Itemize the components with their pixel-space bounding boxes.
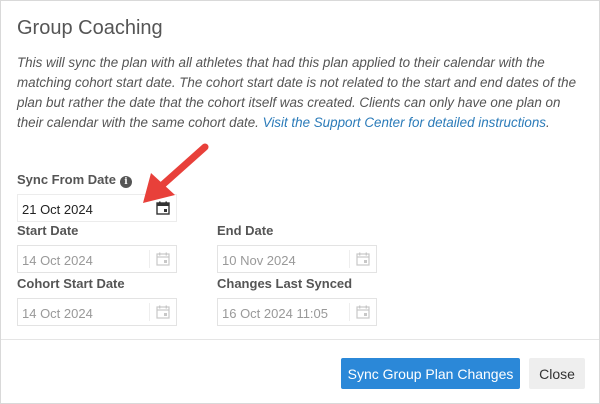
end-date-label: End Date — [217, 223, 274, 238]
calendar-icon — [156, 305, 170, 319]
field-divider — [149, 303, 150, 321]
end-date-field: 10 Nov 2024 — [217, 245, 377, 273]
cohort-start-date-label: Cohort Start Date — [17, 276, 125, 291]
sync-from-date-label-text: Sync From Date — [17, 172, 116, 187]
field-divider — [349, 303, 350, 321]
dialog-description: This will sync the plan with all athlete… — [17, 53, 583, 133]
sync-from-date-label: Sync From Date i — [17, 172, 132, 188]
close-button[interactable]: Close — [529, 358, 585, 389]
group-coaching-dialog: Group Coaching This will sync the plan w… — [0, 0, 600, 404]
calendar-icon — [356, 252, 370, 266]
start-date-field: 14 Oct 2024 — [17, 245, 177, 273]
changes-last-synced-label: Changes Last Synced — [217, 276, 353, 291]
calendar-icon — [156, 252, 170, 266]
info-icon[interactable]: i — [119, 176, 132, 188]
start-date-label: Start Date — [17, 223, 79, 238]
start-date-value: 14 Oct 2024 — [22, 253, 93, 268]
changes-last-synced-field: 16 Oct 2024 11:05 — [217, 298, 377, 326]
sync-from-date-value: 21 Oct 2024 — [22, 202, 93, 217]
footer-divider — [1, 339, 599, 340]
support-center-link[interactable]: Visit the Support Center for detailed in… — [263, 115, 546, 130]
calendar-icon — [356, 305, 370, 319]
red-arrow — [143, 143, 209, 203]
end-date-value: 10 Nov 2024 — [222, 253, 296, 268]
description-end: . — [545, 115, 550, 130]
field-divider — [349, 250, 350, 268]
sync-group-plan-changes-button[interactable]: Sync Group Plan Changes — [341, 358, 520, 389]
dialog-title: Group Coaching — [17, 17, 163, 39]
changes-last-synced-value: 16 Oct 2024 11:05 — [222, 306, 329, 321]
field-divider — [149, 250, 150, 268]
cohort-start-date-value: 14 Oct 2024 — [22, 306, 93, 321]
cohort-start-date-field: 14 Oct 2024 — [17, 298, 177, 326]
